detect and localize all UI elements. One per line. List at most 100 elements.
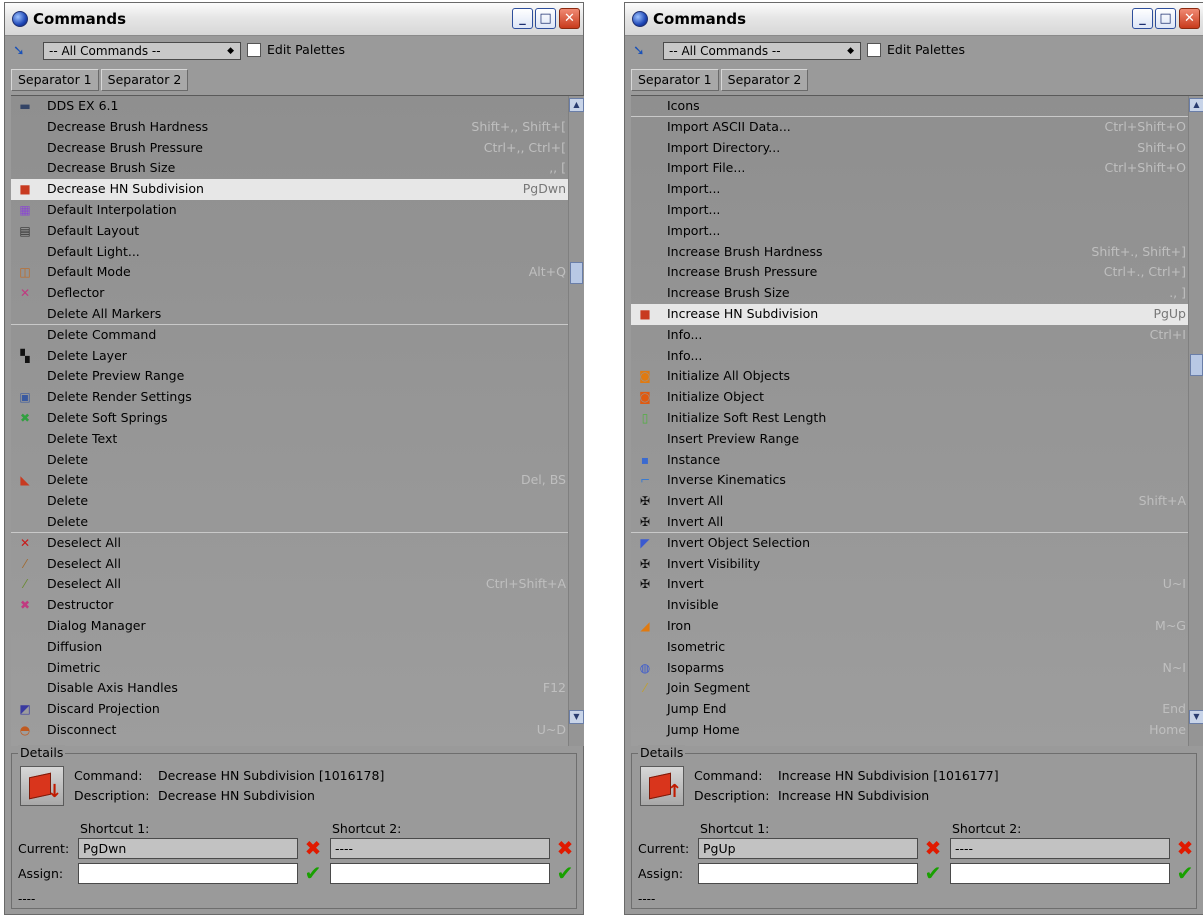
command-row[interactable]: ◙ Initialize Object [631,387,1203,408]
command-row[interactable]: Default Light... [11,242,584,263]
command-row[interactable]: Increase Brush Hardness Shift+., Shift+] [631,242,1203,263]
command-list[interactable]: ▬ DDS EX 6.1 Decrease Brush Hardness Shift+… [11,95,584,746]
vertical-scrollbar[interactable]: ▲ ▼ [1188,96,1203,746]
scroll-up-arrow-icon[interactable]: ▲ [569,98,584,112]
command-row[interactable]: ✕ Deselect All [11,533,584,554]
remove-shortcut-1-icon[interactable]: ✖ [923,838,943,858]
command-row[interactable]: Import... [631,179,1203,200]
command-row[interactable]: ◤ Invert Object Selection [631,533,1203,554]
command-row[interactable]: ▚ Delete Layer [11,346,584,367]
command-row[interactable]: ▪ Instance [631,450,1203,471]
assign-shortcut-2-input[interactable] [330,863,550,884]
command-row[interactable]: Import ASCII Data... Ctrl+Shift+O [631,117,1203,138]
command-row[interactable]: ✖ Destructor [11,595,584,616]
title-bar[interactable]: Commands _ □ ✕ [625,3,1203,36]
command-list[interactable]: Icons Import ASCII Data... Ctrl+Shift+O Imp… [631,95,1203,746]
command-row[interactable]: ◩ Discard Projection [11,699,584,720]
command-row[interactable]: Diffusion [11,637,584,658]
command-row[interactable]: ◍ Isoparms N~I [631,658,1203,679]
command-row[interactable]: ▯ Initialize Soft Rest Length [631,408,1203,429]
command-row[interactable]: Import File... Ctrl+Shift+O [631,158,1203,179]
command-row[interactable]: Import Directory... Shift+O [631,138,1203,159]
close-button[interactable]: ✕ [1179,8,1200,29]
command-row[interactable]: ◫ Default Mode Alt+Q [11,262,584,283]
command-row[interactable]: Delete Command [11,325,584,346]
vertical-scrollbar[interactable]: ▲ ▼ [568,96,584,746]
command-row[interactable]: Isometric [631,637,1203,658]
separator-1-button[interactable]: Separator 1 [631,69,719,91]
command-row[interactable]: ◣ Delete Del, BS [11,470,584,491]
command-row[interactable]: Increase Brush Size ., ] [631,283,1203,304]
command-row[interactable]: Decrease Brush Pressure Ctrl+,, Ctrl+[ [11,138,584,159]
command-row[interactable]: Delete [11,512,584,533]
minimize-button[interactable]: _ [1132,8,1153,29]
scroll-down-arrow-icon[interactable]: ▼ [569,710,584,724]
minimize-button[interactable]: _ [512,8,533,29]
command-row[interactable]: ▤ Default Layout [11,221,584,242]
command-row[interactable]: ▬ DDS EX 6.1 [11,96,584,117]
remove-shortcut-2-icon[interactable]: ✖ [555,838,575,858]
command-row[interactable]: Icons [631,96,1203,117]
command-row[interactable]: Delete Text [11,429,584,450]
close-button[interactable]: ✕ [559,8,580,29]
separator-2-button[interactable]: Separator 2 [720,69,809,91]
command-row[interactable]: Jump Home Home [631,720,1203,741]
command-filter-dropdown[interactable]: -- All Commands -- ◆ [663,42,861,60]
command-row[interactable]: ✖ Delete Soft Springs [11,408,584,429]
title-bar[interactable]: Commands _ □ ✕ [5,3,583,36]
separator-2-button[interactable]: Separator 2 [100,69,189,91]
scrollbar-thumb[interactable] [1190,353,1203,376]
scrollbar-thumb[interactable] [570,261,583,284]
command-row[interactable]: ⁄ Join Segment [631,678,1203,699]
assign-shortcut-1-input[interactable] [698,863,918,884]
command-row[interactable]: Decrease Brush Hardness Shift+,, Shift+[ [11,117,584,138]
command-row[interactable]: ■ Increase HN Subdivision PgUp [631,303,1203,325]
command-row[interactable]: Decrease Brush Size ,, [ [11,158,584,179]
separator-1-button[interactable]: Separator 1 [11,69,99,91]
assign-shortcut-2-input[interactable] [950,863,1170,884]
maximize-button[interactable]: □ [535,8,556,29]
remove-shortcut-1-icon[interactable]: ✖ [303,838,323,858]
command-row[interactable]: Dialog Manager [11,616,584,637]
command-row[interactable]: Delete Preview Range [11,366,584,387]
command-row[interactable]: Disable Axis Handles F12 [11,678,584,699]
command-row[interactable]: ✕ Deflector [11,283,584,304]
command-row[interactable]: ◙ Initialize All Objects [631,366,1203,387]
command-row[interactable]: ▦ Default Interpolation [11,200,584,221]
command-row[interactable]: Increase Brush Pressure Ctrl+., Ctrl+] [631,262,1203,283]
command-row[interactable]: ⁄ Deselect All Ctrl+Shift+A [11,574,584,595]
command-row[interactable]: Delete [11,491,584,512]
command-row[interactable]: Import... [631,200,1203,221]
remove-shortcut-2-icon[interactable]: ✖ [1175,838,1195,858]
command-row[interactable]: ⁄ Deselect All [11,554,584,575]
command-row[interactable]: ✠ Invert Visibility [631,554,1203,575]
command-row[interactable]: Import... [631,221,1203,242]
command-row[interactable]: Info... [631,346,1203,367]
command-row[interactable]: ✠ Invert All [631,512,1203,533]
command-row[interactable]: Info... Ctrl+I [631,325,1203,346]
command-row[interactable]: ■ Decrease HN Subdivision PgDwn [11,179,584,200]
command-row[interactable]: ✠ Invert All Shift+A [631,491,1203,512]
command-row[interactable]: ▣ Delete Render Settings [11,387,584,408]
command-pointer-icon[interactable]: ➘ [13,44,31,58]
edit-palettes-checkbox[interactable] [247,43,261,57]
scroll-down-arrow-icon[interactable]: ▼ [1189,710,1203,724]
assign-shortcut-1-check-icon[interactable]: ✔ [923,863,943,883]
command-row[interactable]: ◓ Disconnect U~D [11,720,584,741]
command-row[interactable]: ⌐ Inverse Kinematics [631,470,1203,491]
command-filter-dropdown[interactable]: -- All Commands -- ◆ [43,42,241,60]
command-row[interactable]: Delete [11,450,584,471]
command-row[interactable]: Dimetric [11,658,584,679]
command-row[interactable]: ◢ Iron M~G [631,616,1203,637]
edit-palettes-checkbox[interactable] [867,43,881,57]
assign-shortcut-1-input[interactable] [78,863,298,884]
command-row[interactable]: Jump End End [631,699,1203,720]
command-row[interactable]: Invisible [631,595,1203,616]
command-row[interactable]: ✠ Invert U~I [631,574,1203,595]
scroll-up-arrow-icon[interactable]: ▲ [1189,98,1203,112]
assign-shortcut-2-check-icon[interactable]: ✔ [1175,863,1195,883]
maximize-button[interactable]: □ [1155,8,1176,29]
assign-shortcut-1-check-icon[interactable]: ✔ [303,863,323,883]
command-row[interactable]: Insert Preview Range [631,429,1203,450]
command-pointer-icon[interactable]: ➘ [633,44,651,58]
